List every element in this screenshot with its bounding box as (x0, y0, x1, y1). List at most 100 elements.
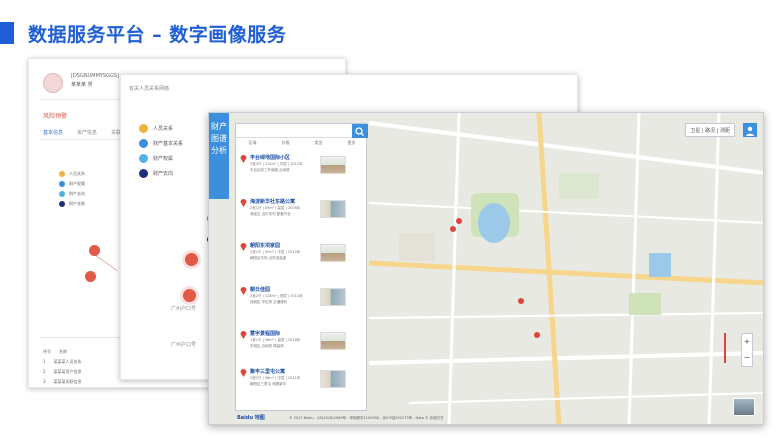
legend-label: 人员关系 (153, 126, 174, 132)
property-photo (320, 370, 346, 388)
legend-item: 财产权属 (139, 151, 183, 166)
table-cell: 1 (43, 359, 46, 364)
property-photo (320, 332, 346, 350)
legend-item: 财产基本关系 (139, 136, 183, 151)
search-bar (236, 124, 368, 138)
property-list: 区域 价格 类型 更多 丰台绿地国际小区 3室2厅 | 115m² | 中层 |… (235, 123, 368, 411)
legend-label: 财产权属 (69, 181, 85, 186)
panel-title: 有关人员关系网络 (129, 86, 170, 92)
table-cell: 3 (43, 379, 46, 384)
graph-node[interactable] (85, 271, 96, 282)
list-item[interactable]: 朝阳东坝家园 2室1厅 | 92m² | 中层 | 2015年 朝阳区东坝 近机… (236, 240, 368, 290)
legend-label: 财产去向 (69, 191, 85, 196)
table-cell: 2 (43, 369, 46, 374)
list-item[interactable]: 丰台绿地国际小区 3室2厅 | 115m² | 中层 | 2012年 丰台区西三… (236, 152, 368, 202)
tab-basic[interactable]: 基本信息 (43, 129, 63, 136)
item-detail: 3室2厅 | 128m² | 低层 | 2010年 (250, 294, 303, 298)
node-caption: 广州户口号 (171, 342, 197, 348)
property-photo (320, 244, 346, 262)
filter-row: 区域 价格 类型 更多 (236, 140, 368, 150)
flow-icon (139, 169, 148, 178)
item-name: 朝日佳园 (250, 287, 271, 293)
legend-item: 财产去向 (139, 166, 183, 181)
table-cell: 某某某资产信息 (53, 369, 82, 374)
section-title: 风险预警 (43, 113, 68, 120)
profile-id: [DSGNUMMYSGGS] (71, 73, 119, 79)
table-cell: 某某某关联信息 (53, 379, 82, 384)
graph-node[interactable] (89, 245, 100, 256)
title-accent-bar (0, 22, 14, 44)
legend-dot (59, 181, 65, 187)
map-pin-icon (240, 155, 247, 163)
legend-dot (59, 191, 65, 197)
property-photo (320, 288, 346, 306)
graph-node[interactable] (185, 253, 198, 266)
item-name: 聚丰三里屯公寓 (250, 369, 286, 375)
item-detail: 2室1厅 | 92m² | 中层 | 2015年 (250, 250, 301, 254)
list-item[interactable]: 朝日佳园 3室2厅 | 128m² | 低层 | 2010年 西城区 学区房 交… (236, 284, 368, 334)
slide: 数据服务平台 – 数字画像服务 [DSGNUMMYSGGS] 某某某 男 风险预… (0, 0, 780, 439)
graph-node[interactable] (183, 289, 196, 302)
legend-label: 财产去向 (153, 171, 174, 177)
item-detail: 朝阳区三里屯 商圈繁华 (250, 382, 287, 386)
property-photo (320, 156, 346, 174)
item-detail: 西城区 学区房 交通便利 (250, 300, 288, 304)
item-detail: 2室2厅 | 98m² | 中层 | 2011年 (250, 376, 301, 380)
legend-label: 财产基本关系 (153, 141, 184, 147)
person-icon (139, 124, 148, 133)
legend-label: 财产关联 (69, 201, 85, 206)
ownership-icon (139, 154, 148, 163)
tab-assets[interactable]: 资产信息 (77, 129, 97, 136)
user-button[interactable] (743, 123, 757, 137)
item-name: 丰台绿地国际小区 (250, 155, 291, 161)
item-detail: 1室1厅 | 56m² | 高层 | 2018年 (250, 338, 301, 342)
list-item[interactable]: 海淀新华社东路公寓 2室1厅 | 89m² | 高层 | 2008年 海淀区 近… (236, 196, 368, 246)
item-detail: 朝阳区东坝 近机场高速 (250, 256, 287, 260)
search-icon (355, 127, 364, 136)
filter-area[interactable]: 区域 (249, 140, 257, 150)
legend-dot (59, 201, 65, 207)
filter-more[interactable]: 更多 (348, 140, 356, 150)
property-photo (320, 200, 346, 218)
item-detail: 3室2厅 | 115m² | 中层 | 2012年 (250, 162, 303, 166)
analysis-side-tab[interactable]: 财产图谱分析 (209, 113, 229, 199)
node-caption: 广州户口号 (171, 306, 197, 312)
page-title: 数据服务平台 – 数字画像服务 (28, 24, 287, 46)
profile-name: 某某某 男 (71, 82, 93, 88)
filter-type[interactable]: 类型 (315, 140, 323, 150)
legend-label: 财产权属 (153, 156, 174, 162)
map-pin-icon (240, 287, 247, 295)
map-pin-icon (240, 331, 247, 339)
item-detail: 丰台区西三环南路 近地铁 (250, 168, 290, 172)
search-input[interactable] (238, 126, 348, 136)
zoom-in-button[interactable]: + (742, 334, 752, 350)
table-cell: 名称 (59, 349, 67, 354)
item-detail: 东城区 近地铁 精装修 (250, 344, 284, 348)
item-detail: 2室1厅 | 89m² | 高层 | 2008年 (250, 206, 301, 210)
item-name: 慧宇景程国际 (250, 331, 281, 337)
legend-item: 人员关系 (139, 121, 183, 136)
user-icon (746, 126, 754, 136)
item-name: 朝阳东坝家园 (250, 243, 281, 249)
street-view-thumbnail[interactable] (733, 398, 755, 416)
zoom-out-button[interactable]: − (742, 350, 752, 366)
table-cell: 某某某人员关系 (53, 359, 82, 364)
item-name: 海淀新华社东路公寓 (250, 199, 296, 205)
graph-legend: 人员关系 财产基本关系 财产权属 财产去向 (139, 121, 183, 181)
avatar (43, 73, 63, 93)
search-button[interactable] (352, 124, 368, 138)
table-cell: 序号 (43, 349, 51, 354)
zoom-control[interactable]: + − (741, 333, 753, 367)
legend-label: 人员关系 (69, 171, 85, 176)
list-item[interactable]: 聚丰三里屯公寓 2室2厅 | 98m² | 中层 | 2011年 朝阳区三里屯 … (236, 366, 368, 416)
map-copyright: © 2017 Baidu - GS(2016)2089号 - 甲测资字11009… (289, 416, 444, 420)
item-detail: 海淀区 近中关村 配套齐全 (250, 212, 291, 216)
asset-icon (139, 139, 148, 148)
map-type-control[interactable]: 卫星 | 路况 | 测距 (685, 123, 735, 137)
legend-dot (59, 171, 65, 177)
map-pin-icon (240, 199, 247, 207)
map-logo: Baidu 地图 (237, 415, 265, 421)
map-pin-icon (240, 369, 247, 377)
filter-price[interactable]: 价格 (282, 140, 290, 150)
property-map-panel: 财产图谱分析 区域 价格 类型 更多 丰台绿地国际小区 3室2厅 | 115m²… (208, 112, 764, 425)
